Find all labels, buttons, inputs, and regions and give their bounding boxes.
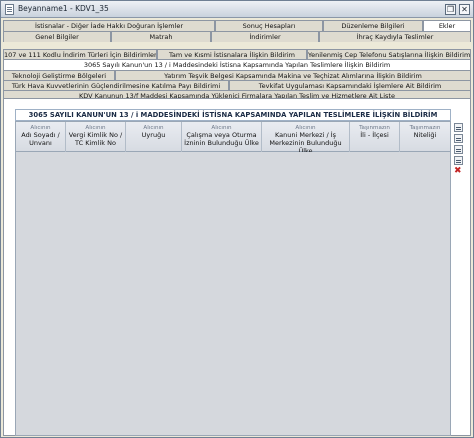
column-label: Uyruğu bbox=[141, 131, 166, 139]
tab-sonuc-hesaplari[interactable]: Sonuç Hesapları bbox=[215, 20, 323, 31]
tab-ihrac-kaydiyla-teslimler[interactable]: İhraç Kaydıyla Teslimler bbox=[319, 31, 471, 42]
restore-window-button[interactable]: ❐ bbox=[445, 4, 456, 15]
column-label: Çalışma veya Oturma İzninin Bulunduğu Ül… bbox=[184, 131, 259, 147]
tab-indirimler[interactable]: İndirimler bbox=[211, 31, 319, 42]
application-window: Beyanname1 - KDV1_35 ❐ ✕ İstisnalar - Di… bbox=[0, 0, 474, 438]
column-header-adi-soyadi[interactable]: Alıcının Adı Soyadı / Unvanı bbox=[16, 122, 66, 152]
table-title: 3065 SAYILI KANUN'UN 13 / i MADDESİNDEKİ… bbox=[15, 109, 451, 121]
copy-row-icon[interactable] bbox=[454, 145, 463, 154]
tab-ekler[interactable]: Ekler bbox=[423, 20, 471, 31]
tab-duzenleme-bilgileri[interactable]: Düzenleme Bilgileri bbox=[323, 20, 423, 31]
column-header-ili-ilcesi[interactable]: Taşınmazın İli - İlçesi bbox=[350, 122, 400, 152]
column-label: Kanuni Merkezi / İş Merkezinin Bulunduğu… bbox=[269, 131, 342, 152]
column-header-niteligi[interactable]: Taşınmazın Niteliği bbox=[400, 122, 450, 152]
column-header-calisma-izni-ulke[interactable]: Alıcının Çalışma veya Oturma İzninin Bul… bbox=[182, 122, 262, 152]
column-header-vergi-kimlik-no[interactable]: Alıcının Vergi Kimlik No / TC Kimlik No bbox=[66, 122, 126, 152]
tab-istisnalar[interactable]: İstisnalar - Diğer İade Hakkı Doğuran İş… bbox=[3, 20, 215, 31]
column-label: Adı Soyadı / Unvanı bbox=[21, 131, 60, 147]
data-grid[interactable]: Alıcının Adı Soyadı / Unvanı Alıcının Ve… bbox=[15, 121, 451, 436]
tab-row-2: Genel Bilgiler Matrah İndirimler İhraç K… bbox=[3, 31, 471, 42]
tab-3065-13i[interactable]: 3065 Sayılı Kanun'un 13 / i Maddesindeki… bbox=[3, 59, 471, 70]
column-label: Vergi Kimlik No / TC Kimlik No bbox=[68, 131, 123, 147]
insert-row-icon[interactable] bbox=[454, 134, 463, 143]
delete-row-icon[interactable]: ✖ bbox=[454, 167, 463, 176]
edit-row-icon[interactable] bbox=[454, 156, 463, 165]
add-row-icon[interactable] bbox=[454, 123, 463, 132]
tab-genel-bilgiler[interactable]: Genel Bilgiler bbox=[3, 31, 111, 42]
column-header-uyrugu[interactable]: Alıcının Uyruğu bbox=[126, 122, 182, 152]
column-header-kanuni-merkez-ulke[interactable]: Alıcının Kanuni Merkezi / İş Merkezinin … bbox=[262, 122, 350, 152]
tab-matrah[interactable]: Matrah bbox=[111, 31, 211, 42]
column-label: Niteliği bbox=[413, 131, 437, 139]
close-window-button[interactable]: ✕ bbox=[459, 4, 470, 15]
document-icon bbox=[5, 4, 14, 15]
window-title: Beyanname1 - KDV1_35 bbox=[18, 4, 109, 13]
grid-header: Alıcının Adı Soyadı / Unvanı Alıcının Ve… bbox=[16, 122, 450, 152]
tab-row-1: İstisnalar - Diğer İade Hakkı Doğuran İş… bbox=[3, 20, 471, 31]
tab-row-4: 3065 Sayılı Kanun'un 13 / i Maddesindeki… bbox=[3, 59, 471, 70]
column-label: İli - İlçesi bbox=[360, 131, 389, 139]
title-bar: Beyanname1 - KDV1_35 ❐ ✕ bbox=[1, 1, 473, 18]
